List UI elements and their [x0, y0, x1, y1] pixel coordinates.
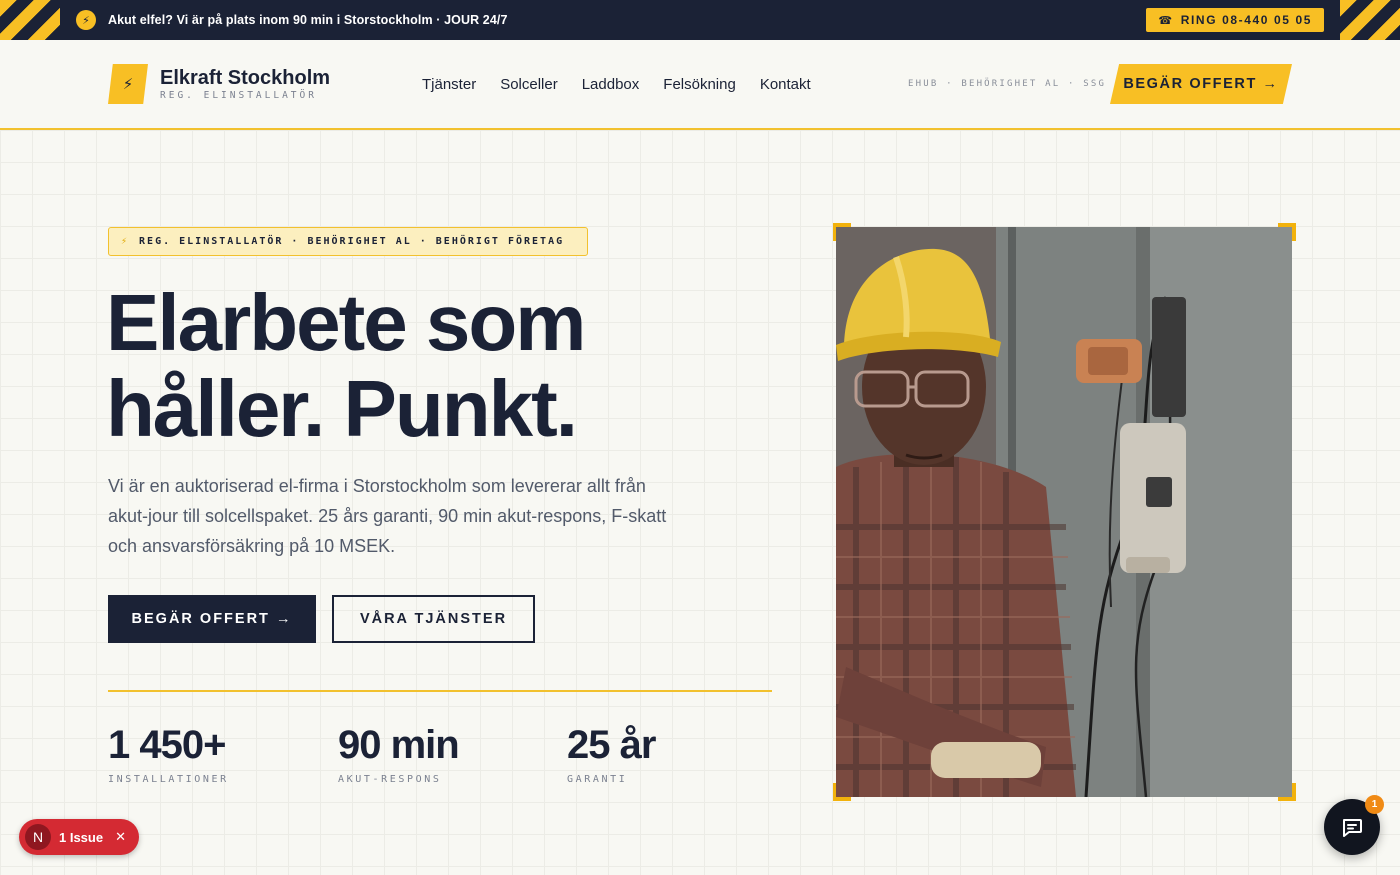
brand-logo[interactable]: ⚡ Elkraft Stockholm REG. ELINSTALLATÖR: [108, 64, 330, 104]
stat-value: 90 min: [338, 723, 460, 767]
stat-value: 25 år: [567, 723, 656, 767]
hero-tag: ⚡ REG. ELINSTALLATÖR · BEHÖRIGHET AL · B…: [108, 227, 588, 256]
brand-name: Elkraft Stockholm: [160, 67, 331, 89]
hero-description: Vi är en auktoriserad el-firma i Storsto…: [108, 476, 667, 556]
electrician-photo: [836, 227, 1292, 797]
offer-button[interactable]: BEGÄR OFFERT →: [108, 595, 316, 643]
call-button-label: RING 08-440 05 05: [1180, 13, 1312, 27]
alert-bar: ⚡ Akut elfel? Vi är på plats inom 90 min…: [0, 0, 1400, 40]
header-offer-button[interactable]: BEGÄR OFFERT →: [1110, 64, 1292, 104]
nav-item-solceller[interactable]: Solceller: [500, 76, 558, 93]
stat-value: 1 450+: [108, 723, 226, 767]
brand-subtitle: REG. ELINSTALLATÖR: [160, 90, 317, 101]
hero-title: Elarbete som håller. Punkt.: [106, 280, 766, 452]
nav-item-felsokning[interactable]: Felsökning: [663, 76, 736, 93]
call-button[interactable]: ☎ RING 08-440 05 05: [1146, 8, 1324, 32]
alert-text: Akut elfel? Vi är på plats inom 90 min i…: [108, 13, 508, 27]
stat-response: 90 min AKUT-RESPONS: [338, 722, 460, 785]
alert-content: ⚡ Akut elfel? Vi är på plats inom 90 min…: [76, 0, 508, 40]
hero-photo-frame: [833, 223, 1296, 801]
chat-icon: [1343, 819, 1362, 837]
nav-item-kontakt[interactable]: Kontakt: [760, 76, 811, 93]
site-header: ⚡ Elkraft Stockholm REG. ELINSTALLATÖR T…: [0, 40, 1400, 130]
close-icon[interactable]: ✕: [115, 829, 126, 845]
hero-title-line-2: håller. Punkt.: [106, 364, 578, 453]
phone-icon: ☎: [1158, 14, 1174, 27]
nav-item-laddbox[interactable]: Laddbox: [582, 76, 640, 93]
bolt-icon: ⚡: [108, 64, 148, 104]
services-button[interactable]: VÅRA TJÄNSTER: [332, 595, 535, 643]
chat-notification-badge: 1: [1365, 795, 1384, 814]
hero-title-line-1: Elarbete som: [106, 278, 586, 367]
hazard-stripe-right: [1340, 0, 1400, 40]
bolt-icon: ⚡: [121, 236, 130, 247]
issue-count: 1 Issue: [59, 829, 104, 845]
stat-warranty: 25 år GARANTI: [567, 722, 656, 785]
divider: [108, 690, 772, 692]
bolt-icon: ⚡: [76, 10, 96, 30]
stat-label: AKUT-RESPONS: [338, 774, 442, 785]
issues-indicator[interactable]: N 1 Issue ✕: [19, 819, 139, 855]
stat-installations: 1 450+ INSTALLATIONER: [108, 722, 229, 785]
issue-avatar: N: [25, 824, 51, 850]
main-nav: Tjänster Solceller Laddbox Felsökning Ko…: [422, 76, 811, 93]
hero-tag-text: REG. ELINSTALLATÖR · BEHÖRIGHET AL · BEH…: [139, 236, 565, 247]
stat-label: GARANTI: [567, 774, 628, 785]
nav-item-tjanster[interactable]: Tjänster: [422, 76, 476, 93]
certification-badges: EHUB · BEHÖRIGHET AL · SSG: [908, 79, 1107, 89]
hazard-stripe-left: [0, 0, 60, 40]
stat-label: INSTALLATIONER: [108, 774, 229, 785]
